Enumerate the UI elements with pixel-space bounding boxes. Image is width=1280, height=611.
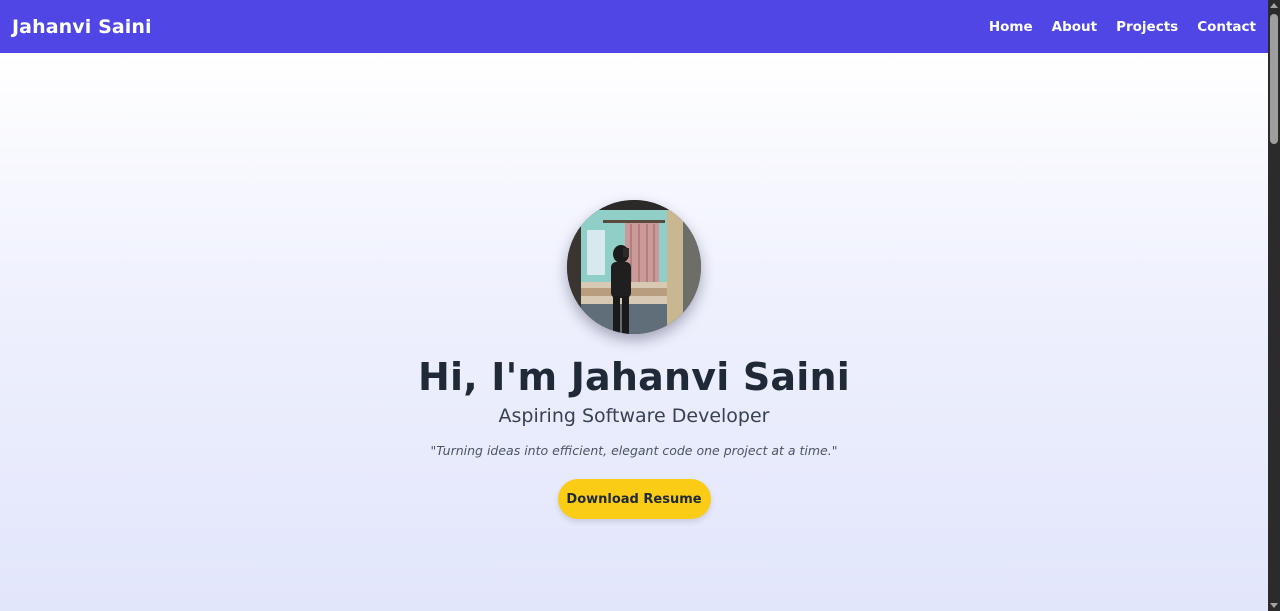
nav-link-home[interactable]: Home [989,19,1033,35]
brand-logo-text[interactable]: Jahanvi Saini [12,16,152,38]
hero-quote: "Turning ideas into efficient, elegant c… [430,443,838,458]
nav-link-contact[interactable]: Contact [1197,19,1256,35]
nav-link-about[interactable]: About [1052,19,1097,35]
scrollbar-thumb[interactable] [1270,14,1278,144]
page-viewport: Jahanvi Saini Home About Projects Contac… [0,0,1268,611]
navbar: Jahanvi Saini Home About Projects Contac… [0,0,1268,53]
nav-links: Home About Projects Contact [989,19,1256,35]
download-resume-button[interactable]: Download Resume [557,479,711,519]
hero-section: Hi, I'm Jahanvi Saini Aspiring Software … [0,53,1268,611]
nav-link-projects[interactable]: Projects [1116,19,1178,35]
hero-subtitle: Aspiring Software Developer [498,405,770,427]
avatar [567,200,701,334]
scroll-down-arrow-icon[interactable] [1270,603,1278,608]
vertical-scrollbar[interactable] [1268,0,1280,611]
hero-title: Hi, I'm Jahanvi Saini [418,355,850,399]
scroll-up-arrow-icon[interactable] [1270,3,1278,8]
profile-photo [567,200,701,334]
